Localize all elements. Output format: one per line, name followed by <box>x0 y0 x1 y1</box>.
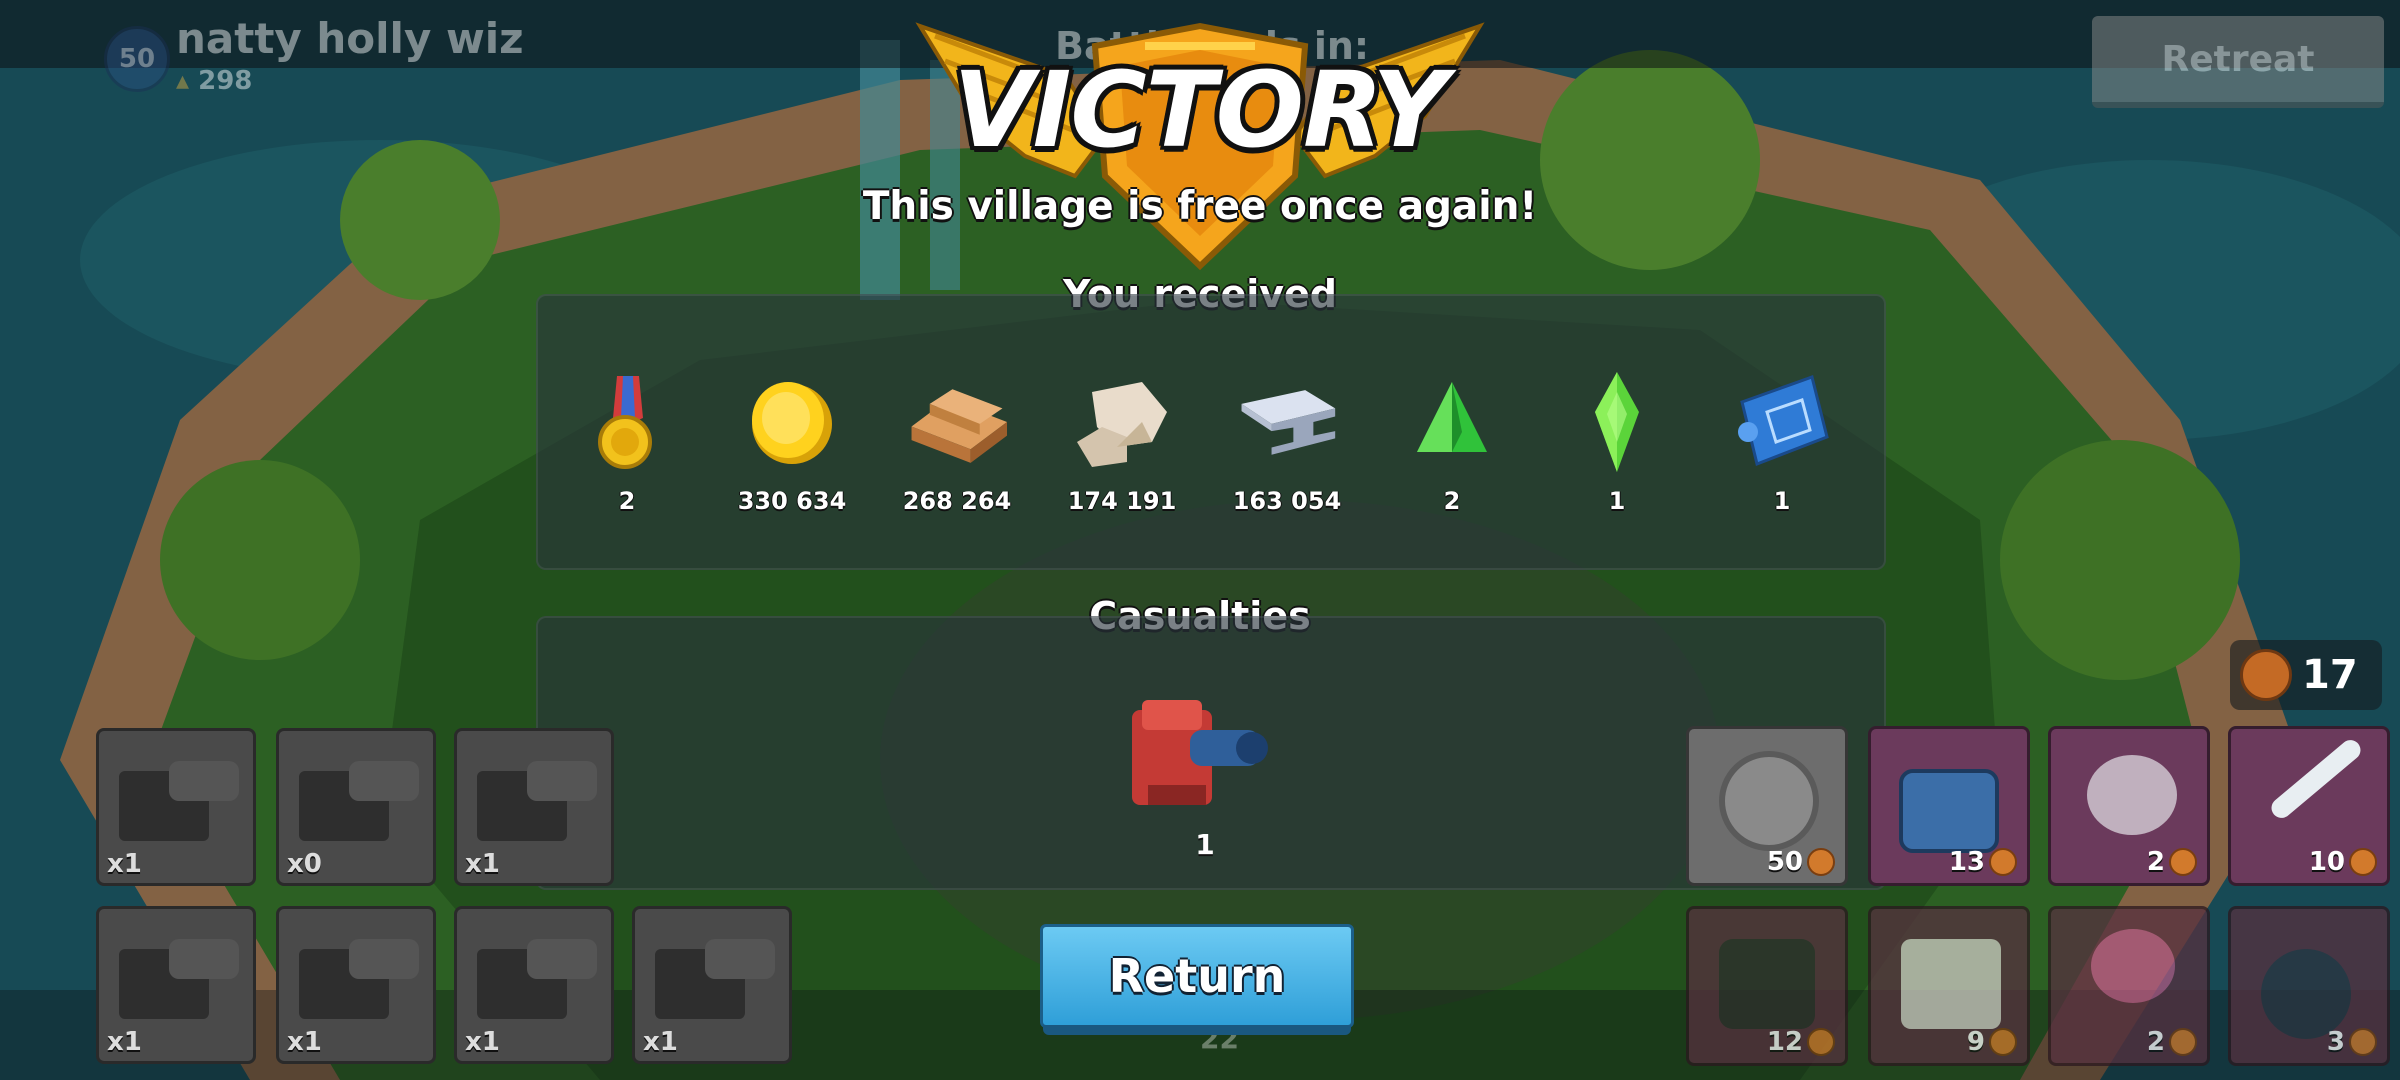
stone-icon <box>1077 382 1167 467</box>
reward-iron: 163 054 <box>1212 372 1362 522</box>
troop-count: x1 <box>465 1027 500 1057</box>
player-trophies: ▴ 298 <box>176 66 252 96</box>
green-crystal-icon <box>1417 382 1487 452</box>
reward-stone: 174 191 <box>1047 372 1197 522</box>
ability-flare[interactable]: 2 <box>2048 906 2210 1066</box>
reward-value: 2 <box>618 487 636 515</box>
ability-cost: 12 <box>1767 1027 1835 1057</box>
wood-icon <box>911 389 1007 463</box>
ability-cost: 10 <box>2309 847 2377 877</box>
troop-slot[interactable]: x1 <box>454 906 614 1064</box>
troop-count: x1 <box>107 1027 142 1057</box>
blueprint-icon <box>1738 375 1829 467</box>
casualty-item: 1 <box>1120 680 1290 880</box>
troop-count: x1 <box>465 849 500 879</box>
troop-count: x1 <box>107 849 142 879</box>
retreat-button[interactable]: Retreat <box>2092 16 2384 108</box>
smoke-screen-icon <box>2087 755 2177 835</box>
reward-value: 1 <box>1608 487 1626 515</box>
victory-title: VICTORY <box>953 49 1448 171</box>
shock-bomb-icon <box>1719 939 1815 1029</box>
ability-medkit[interactable]: 9 <box>1868 906 2030 1066</box>
medal-icon <box>598 376 652 469</box>
iron-icon <box>1241 390 1336 455</box>
reward-wood: 268 264 <box>882 372 1032 522</box>
troop-count: x0 <box>287 849 322 879</box>
gunboat-energy: 17 <box>2230 640 2382 710</box>
energy-icon <box>1807 848 1835 876</box>
reward-value: 1 <box>1773 487 1791 515</box>
tank-icon <box>477 761 597 841</box>
energy-icon <box>2169 848 2197 876</box>
ability-rocket[interactable]: 10 <box>2228 726 2390 886</box>
troop-count: x1 <box>643 1027 678 1057</box>
green-gem-icon <box>1595 372 1639 472</box>
energy-icon <box>1807 1028 1835 1056</box>
rocket-icon <box>2267 735 2365 823</box>
tank-icon <box>299 761 419 841</box>
ability-cost: 9 <box>1967 1027 2017 1057</box>
ability-cost: 2 <box>2147 1027 2197 1057</box>
troop-slot[interactable]: x1 <box>454 728 614 886</box>
reward-value: 268 264 <box>902 487 1012 515</box>
energy-icon <box>1989 1028 2017 1056</box>
player-trophies-value: 298 <box>198 66 253 96</box>
robot-warrior-icon <box>1899 769 1999 853</box>
medkit-icon <box>1901 939 2001 1029</box>
reward-gem: 1 <box>1542 372 1692 522</box>
player-name: natty holly wiz <box>176 14 524 63</box>
reward-value: 163 054 <box>1232 487 1342 515</box>
troop-slot[interactable]: x1 <box>632 906 792 1064</box>
reward-crystal: 2 <box>1377 372 1527 522</box>
reward-blueprint: 1 <box>1707 372 1857 522</box>
energy-icon <box>1989 848 2017 876</box>
reward-value: 330 634 <box>737 487 847 515</box>
reward-value: 174 191 <box>1067 487 1177 515</box>
tank-icon <box>655 939 775 1019</box>
energy-icon <box>2169 1028 2197 1056</box>
ability-smoke-screen[interactable]: 2 <box>2048 726 2210 886</box>
tank-icon <box>119 761 239 841</box>
ability-shock-bomb[interactable]: 12 <box>1686 906 1848 1066</box>
victory-subtitle: This village is free once again! <box>862 184 1538 229</box>
ability-robot-warrior[interactable]: 13 <box>1868 726 2030 886</box>
troop-slot[interactable]: x1 <box>276 906 436 1064</box>
ability-bomb[interactable]: 3 <box>2228 906 2390 1066</box>
ability-barrage[interactable]: 50 <box>1686 726 1848 886</box>
barrage-icon <box>1719 751 1819 851</box>
tank-icon <box>119 939 239 1019</box>
heavy-trooper-icon <box>1132 700 1268 805</box>
tank-icon <box>477 939 597 1019</box>
troop-count: x1 <box>287 1027 322 1057</box>
ability-cost: 13 <box>1949 847 2017 877</box>
tank-icon <box>299 939 419 1019</box>
return-button[interactable]: Return <box>1040 924 1354 1035</box>
energy-icon <box>2240 649 2292 701</box>
troop-slot[interactable]: x1 <box>96 906 256 1064</box>
casualty-count: 1 <box>1195 828 1215 861</box>
trophy-icon: ▴ <box>176 66 190 96</box>
bomb-icon <box>2261 949 2351 1039</box>
reward-medal: 2 <box>552 372 702 522</box>
energy-icon <box>2349 848 2377 876</box>
energy-value: 17 <box>2302 652 2358 698</box>
player-level-badge: 50 <box>104 26 170 92</box>
reward-gold: 330 634 <box>717 372 867 522</box>
troop-slot[interactable]: x0 <box>276 728 436 886</box>
gold-coin-icon <box>752 382 832 464</box>
troop-slot[interactable]: x1 <box>96 728 256 886</box>
ability-cost: 2 <box>2147 847 2197 877</box>
ability-cost: 50 <box>1767 847 1835 877</box>
ability-cost: 3 <box>2327 1027 2377 1057</box>
flare-icon <box>2091 929 2175 1003</box>
reward-value: 2 <box>1443 487 1461 515</box>
energy-icon <box>2349 1028 2377 1056</box>
